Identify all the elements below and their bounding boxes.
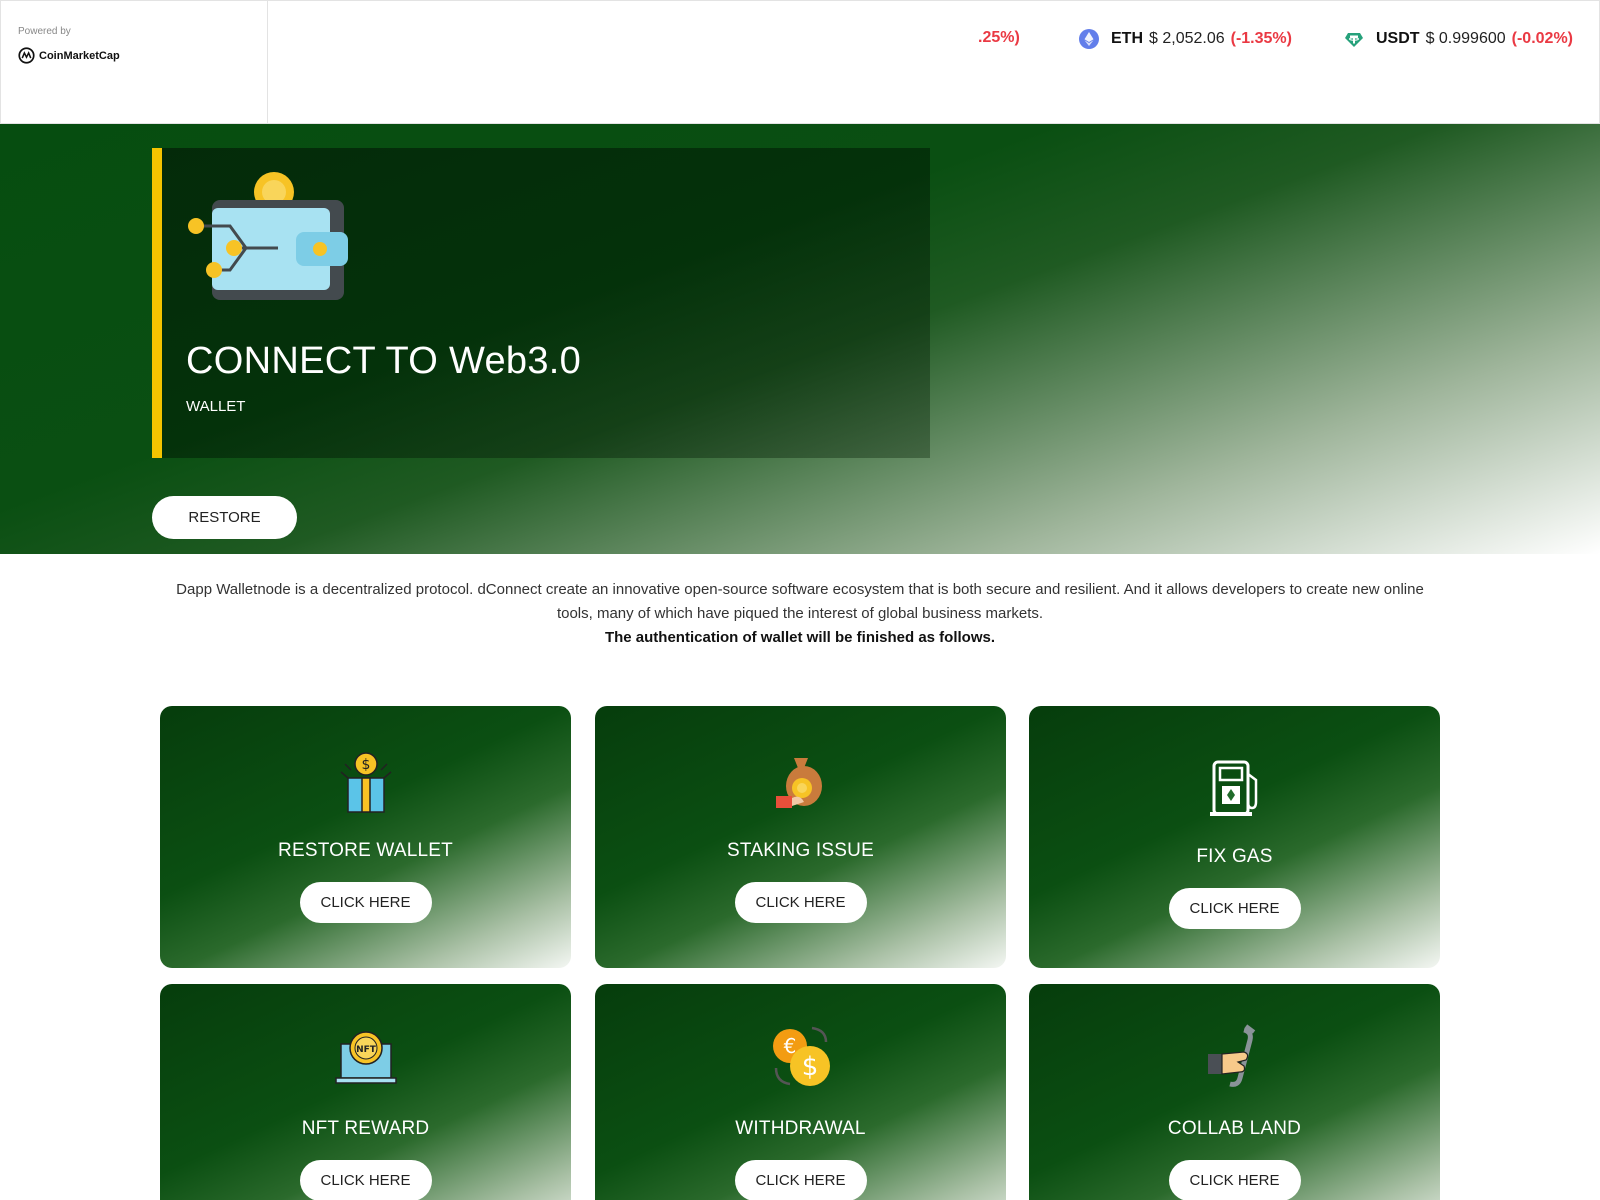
page-subtitle: WALLET bbox=[186, 398, 246, 415]
ticker-brand: Powered by CoinMarketCap bbox=[1, 1, 268, 125]
svg-text:$: $ bbox=[801, 1052, 818, 1082]
ticker-symbol: USDT bbox=[1376, 30, 1420, 47]
click-here-button[interactable]: CLICK HERE bbox=[1168, 888, 1301, 929]
intro-paragraph: Dapp Walletnode is a decentralized proto… bbox=[176, 581, 1424, 622]
coinmarketcap-label: CoinMarketCap bbox=[39, 49, 120, 62]
nft-laptop-icon: NFT bbox=[334, 1031, 397, 1084]
gas-pump-icon bbox=[1209, 760, 1257, 816]
tether-icon bbox=[1345, 33, 1363, 47]
currency-exchange-icon: € $ bbox=[772, 1026, 830, 1086]
card-collab-land: COLLAB LAND CLICK HERE bbox=[1029, 984, 1440, 1200]
ticker-price: $ 2,052.06 bbox=[1149, 30, 1225, 47]
card-withdrawal: € $ WITHDRAWAL CLICK HERE bbox=[595, 984, 1006, 1200]
coinmarketcap-link[interactable]: CoinMarketCap bbox=[18, 47, 120, 64]
page-title: CONNECT TO Web3.0 bbox=[186, 340, 582, 382]
hero-section: CONNECT TO Web3.0 WALLET RESTORE bbox=[0, 124, 1600, 554]
intro-bold-note: The authentication of wallet will be fin… bbox=[604, 629, 996, 646]
wallet-icon bbox=[188, 172, 348, 300]
card-title: RESTORE WALLET bbox=[278, 840, 453, 861]
gift-box-dollar-icon: $ bbox=[340, 752, 391, 813]
ticker-item-usdt[interactable]: USDT $ 0.999600 (-0.02%) bbox=[1344, 29, 1573, 49]
ticker-change: (-0.02%) bbox=[1511, 30, 1573, 47]
card-staking-issue: STAKING ISSUE CLICK HERE bbox=[595, 706, 1006, 968]
click-here-button[interactable]: CLICK HERE bbox=[734, 1160, 867, 1200]
card-title: NFT REWARD bbox=[301, 1118, 430, 1139]
hero-card: CONNECT TO Web3.0 WALLET bbox=[152, 148, 930, 458]
money-bag-hand-icon bbox=[775, 758, 822, 808]
click-here-button[interactable]: CLICK HERE bbox=[299, 882, 432, 923]
card-title: WITHDRAWAL bbox=[735, 1118, 866, 1139]
coinmarketcap-logo-icon bbox=[18, 47, 35, 64]
ticker-change: .25%) bbox=[978, 29, 1020, 46]
ticker-price: $ 0.999600 bbox=[1425, 30, 1506, 47]
card-restore-wallet: $ RESTORE WALLET CLICK HERE bbox=[160, 706, 571, 968]
wrench-hand-icon bbox=[1207, 1024, 1255, 1087]
svg-text:$: $ bbox=[361, 757, 370, 773]
card-title: COLLAB LAND bbox=[1167, 1118, 1302, 1139]
ethereum-icon bbox=[1079, 29, 1099, 49]
click-here-button[interactable]: CLICK HERE bbox=[299, 1160, 432, 1200]
restore-button[interactable]: RESTORE bbox=[152, 496, 297, 539]
intro-text: Dapp Walletnode is a decentralized proto… bbox=[160, 578, 1440, 650]
ticker-item-eth[interactable]: ETH $ 2,052.06 (-1.35%) bbox=[1079, 29, 1292, 49]
click-here-button[interactable]: CLICK HERE bbox=[734, 882, 867, 923]
ticker-symbol: ETH bbox=[1111, 30, 1143, 47]
card-title: FIX GAS bbox=[1196, 846, 1273, 867]
click-here-button[interactable]: CLICK HERE bbox=[1168, 1160, 1301, 1200]
card-nft-reward: NFT NFT REWARD CLICK HERE bbox=[160, 984, 571, 1200]
svg-text:NFT: NFT bbox=[356, 1045, 377, 1055]
ticker-change: (-1.35%) bbox=[1230, 30, 1292, 47]
card-title: STAKING ISSUE bbox=[727, 840, 874, 861]
card-fix-gas: FIX GAS CLICK HERE bbox=[1029, 706, 1440, 968]
ticker-item-partial[interactable]: .25%) bbox=[978, 29, 1020, 47]
powered-by-label: Powered by bbox=[18, 26, 71, 37]
services-grid: $ RESTORE WALLET CLICK HERE STAKING ISSU… bbox=[160, 706, 1440, 1200]
price-ticker: Powered by CoinMarketCap .25%) ETH $ 2,0… bbox=[0, 0, 1600, 125]
